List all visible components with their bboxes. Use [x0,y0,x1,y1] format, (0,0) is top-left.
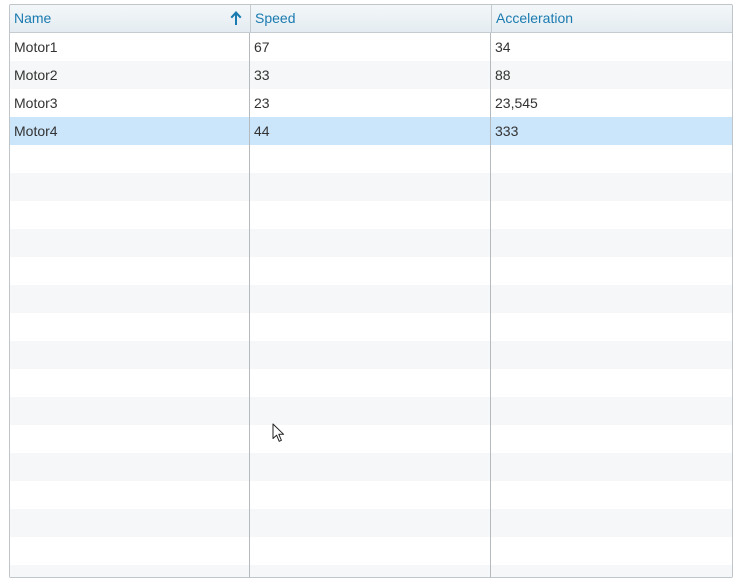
table-row[interactable]: Motor2 33 88 [10,61,732,89]
empty-row [10,565,732,577]
column-header-label: Acceleration [496,10,574,26]
empty-row [10,397,732,425]
column-header-label: Name [14,10,52,26]
cell-speed: 67 [254,39,270,55]
table-row-selected[interactable]: Motor4 44 333 [10,117,732,145]
mouse-pointer-icon [272,423,285,442]
empty-row [10,481,732,509]
empty-row [10,509,732,537]
cell-acceleration: 34 [495,39,511,55]
cell-name: Motor2 [14,67,58,83]
cell-speed: 23 [254,95,270,111]
cell-speed: 44 [254,123,270,139]
empty-row [10,145,732,173]
empty-row [10,285,732,313]
column-divider [249,33,250,577]
data-grid: Name Speed Acceleration Motor1 67 34 Mot… [9,4,733,578]
table-row[interactable]: Motor3 23 23,545 [10,89,732,117]
column-header-acceleration[interactable]: Acceleration [491,5,732,32]
empty-row [10,257,732,285]
cell-name: Motor1 [14,39,58,55]
empty-row [10,173,732,201]
arrow-up-icon [230,11,242,25]
empty-row [10,453,732,481]
empty-row [10,313,732,341]
table-row[interactable]: Motor1 67 34 [10,33,732,61]
grid-header: Name Speed Acceleration [10,5,732,33]
empty-row [10,537,732,565]
empty-row [10,341,732,369]
cell-acceleration: 88 [495,67,511,83]
cell-name: Motor3 [14,95,58,111]
column-header-speed[interactable]: Speed [250,5,491,32]
empty-row [10,201,732,229]
cell-name: Motor4 [14,123,58,139]
grid-body: Motor1 67 34 Motor2 33 88 Motor3 23 23,5… [10,33,732,577]
cell-speed: 33 [254,67,270,83]
cell-acceleration: 333 [495,123,519,139]
empty-row [10,369,732,397]
cell-acceleration: 23,545 [495,95,538,111]
column-header-label: Speed [255,10,296,26]
empty-row [10,229,732,257]
empty-row [10,425,732,453]
column-divider [490,33,491,577]
column-header-name[interactable]: Name [10,5,250,32]
